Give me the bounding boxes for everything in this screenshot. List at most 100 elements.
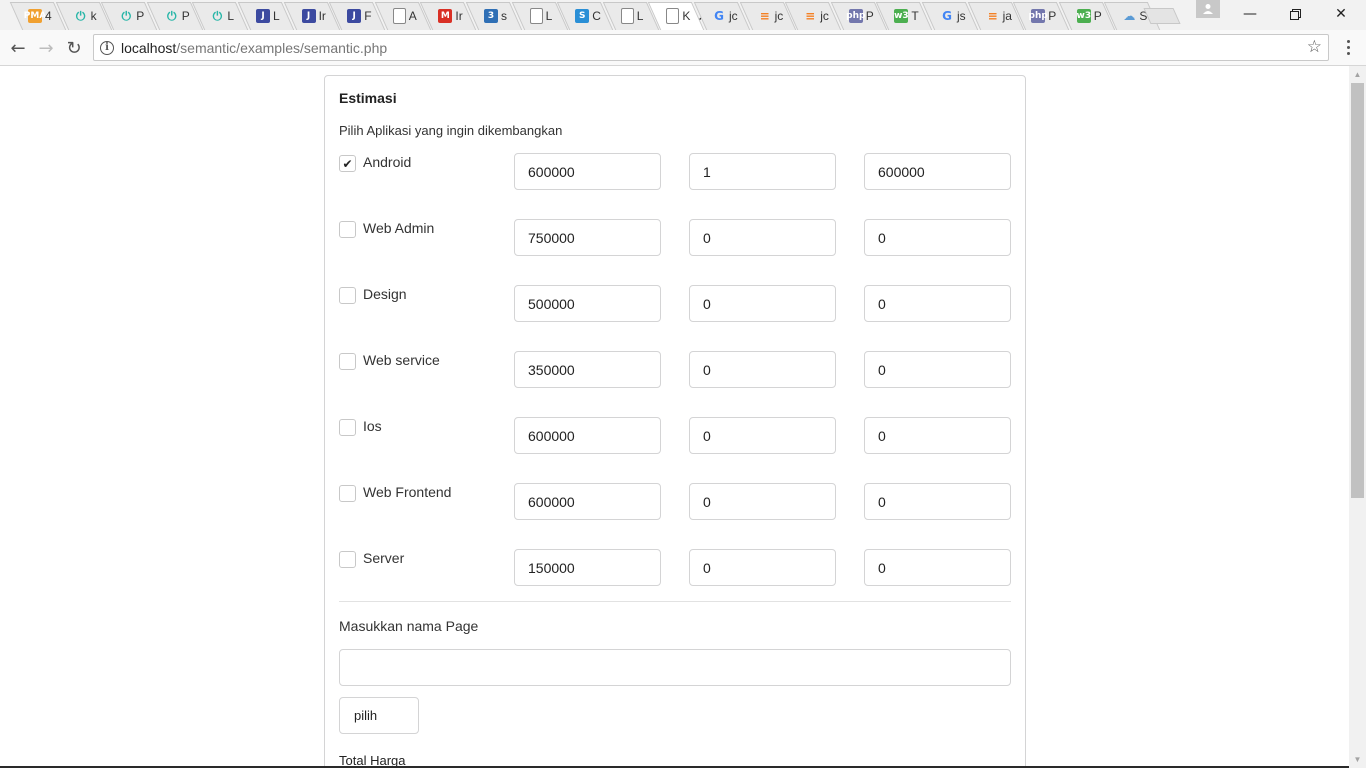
so-icon: ≡ xyxy=(759,9,770,23)
php-icon: php xyxy=(1029,9,1048,23)
chrome-menu-icon[interactable] xyxy=(1340,37,1356,57)
tab-strip: PMA4⏻k⏻P⏻P⏻LJLJIrJFAMIr3sLSCLK✕Gjc≡jc≡jc… xyxy=(0,0,1366,30)
power-icon: ⏻ xyxy=(167,9,177,23)
J-icon: J xyxy=(256,9,270,23)
app-checkbox[interactable]: ✔ xyxy=(339,155,356,172)
so-icon: ≡ xyxy=(987,9,998,23)
tab-title: F xyxy=(364,9,372,23)
app-qty-input[interactable] xyxy=(689,219,836,256)
app-qty-input[interactable] xyxy=(689,285,836,322)
tab-title: jc xyxy=(820,9,829,23)
minimize-button[interactable]: — xyxy=(1227,0,1273,28)
app-qty-input[interactable] xyxy=(689,417,836,454)
w3-icon: w3 xyxy=(1077,9,1091,23)
pma-icon: PMA xyxy=(24,9,46,23)
app-price-input[interactable] xyxy=(514,351,661,388)
app-checkbox[interactable] xyxy=(339,287,356,304)
reload-button[interactable]: ↻ xyxy=(62,36,86,60)
doc-icon xyxy=(529,8,543,24)
tab-title: L xyxy=(545,9,553,23)
tab-title: js xyxy=(957,9,966,23)
profile-button[interactable] xyxy=(1196,0,1220,18)
scroll-down-icon[interactable]: ▼ xyxy=(1349,751,1366,768)
tab-title: Ir xyxy=(455,9,463,23)
page-name-input[interactable] xyxy=(339,649,1011,686)
doc-icon xyxy=(666,8,680,24)
tab-title: T xyxy=(911,9,919,23)
reload-icon: ↻ xyxy=(66,37,82,59)
restore-button[interactable] xyxy=(1272,0,1318,28)
app-total-input[interactable] xyxy=(864,219,1011,256)
power-icon: ⏻ xyxy=(75,9,86,23)
tab-title: L xyxy=(636,9,644,23)
page-viewport: Estimasi Pilih Aplikasi yang ingin dikem… xyxy=(0,66,1349,768)
minimize-icon: — xyxy=(1243,6,1257,22)
M-icon: M xyxy=(438,9,453,23)
app-qty-input[interactable] xyxy=(689,483,836,520)
G-icon: G xyxy=(942,9,952,23)
app-price-input[interactable] xyxy=(514,219,661,256)
tab-title: P xyxy=(136,9,145,23)
app-price-input[interactable] xyxy=(514,285,661,322)
app-total-input[interactable] xyxy=(864,483,1011,520)
divider xyxy=(339,601,1011,602)
back-button[interactable]: ← xyxy=(6,36,30,60)
address-bar[interactable]: i localhost/semantic/examples/semantic.p… xyxy=(93,34,1329,61)
app-label[interactable]: Web Frontend xyxy=(363,484,451,500)
app-price-input[interactable] xyxy=(514,549,661,586)
card-title: Estimasi xyxy=(339,90,397,106)
app-label[interactable]: Server xyxy=(363,550,404,566)
doc-icon xyxy=(620,8,634,24)
app-checkbox[interactable] xyxy=(339,419,356,436)
app-checkbox[interactable] xyxy=(339,353,356,370)
app-row: Design xyxy=(339,285,1011,323)
app-price-input[interactable] xyxy=(514,483,661,520)
url-text[interactable]: localhost/semantic/examples/semantic.php xyxy=(121,40,387,56)
tab-title: K xyxy=(682,9,691,23)
app-total-input[interactable] xyxy=(864,549,1011,586)
app-total-input[interactable] xyxy=(864,285,1011,322)
arrow-right-icon: → xyxy=(38,37,54,59)
scroll-up-icon[interactable]: ▲ xyxy=(1349,66,1366,83)
app-checkbox[interactable] xyxy=(339,551,356,568)
tab-title: P xyxy=(181,9,190,23)
power-icon: ⏻ xyxy=(212,9,223,23)
app-price-input[interactable] xyxy=(514,417,661,454)
app-label[interactable]: Web Admin xyxy=(363,220,434,236)
tab-title: Ir xyxy=(318,9,326,23)
app-label[interactable]: Ios xyxy=(363,418,382,434)
app-total-input[interactable] xyxy=(864,351,1011,388)
app-label[interactable]: Web service xyxy=(363,352,440,368)
tab-title: A xyxy=(408,9,417,23)
tab-title: C xyxy=(592,9,601,23)
app-label[interactable]: Design xyxy=(363,286,407,302)
php-icon: php xyxy=(846,9,865,23)
app-qty-input[interactable] xyxy=(689,351,836,388)
restore-icon xyxy=(1289,8,1301,20)
so-icon: ≡ xyxy=(805,9,816,23)
forward-button[interactable]: → xyxy=(34,36,58,60)
app-qty-input[interactable] xyxy=(689,549,836,586)
bookmark-star-icon[interactable]: ☆ xyxy=(1307,37,1322,57)
css-icon: 3 xyxy=(484,9,498,23)
info-icon[interactable]: i xyxy=(100,40,114,55)
app-checkbox[interactable] xyxy=(339,221,356,238)
arrow-left-icon: ← xyxy=(10,37,26,59)
app-total-input[interactable] xyxy=(864,417,1011,454)
vertical-scrollbar[interactable]: ▲ ▼ xyxy=(1349,66,1366,768)
app-price-input[interactable] xyxy=(514,153,661,190)
page-name-label: Masukkan nama Page xyxy=(339,618,479,634)
app-total-input[interactable] xyxy=(864,153,1011,190)
S-icon: S xyxy=(575,9,590,23)
pilih-button[interactable]: pilih xyxy=(339,697,419,734)
app-label[interactable]: Android xyxy=(363,154,411,170)
app-qty-input[interactable] xyxy=(689,153,836,190)
tab-title: P xyxy=(1048,9,1057,23)
w3-icon: w3 xyxy=(894,9,909,23)
app-checkbox[interactable] xyxy=(339,485,356,502)
close-window-button[interactable]: ✕ xyxy=(1318,0,1364,28)
url-path: /semantic/examples/semantic.php xyxy=(176,39,388,56)
scroll-thumb[interactable] xyxy=(1351,83,1364,498)
browser-toolbar: ← → ↻ i localhost/semantic/examples/sema… xyxy=(0,30,1366,66)
new-tab-button[interactable] xyxy=(1143,8,1181,24)
